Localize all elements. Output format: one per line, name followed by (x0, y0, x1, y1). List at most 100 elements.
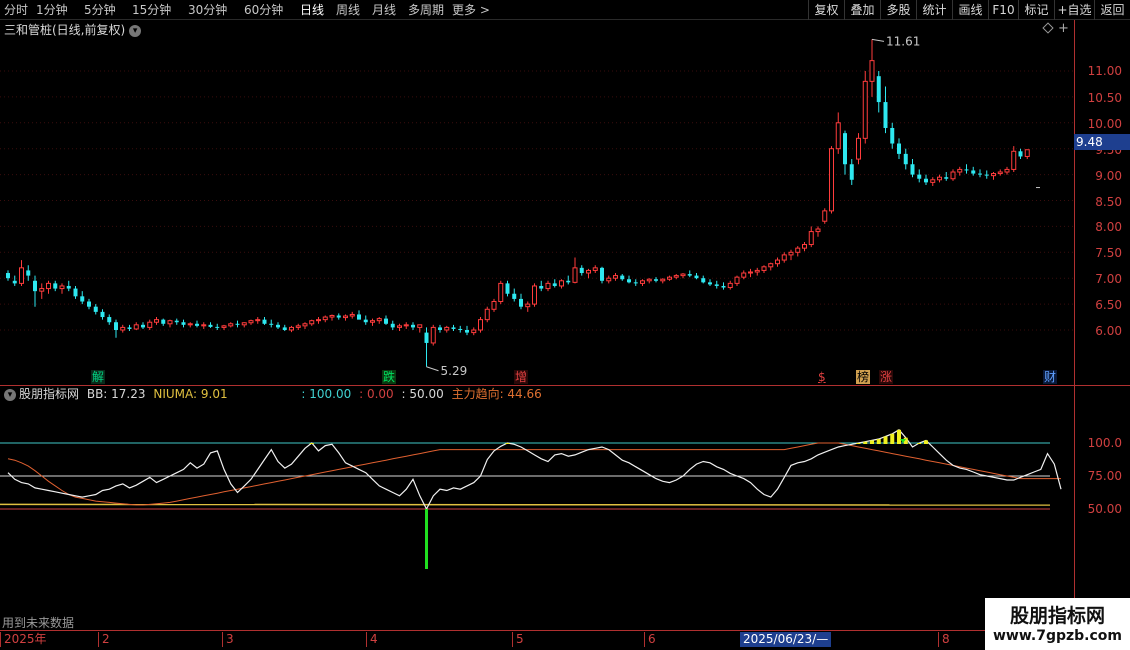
candle-body (329, 314, 335, 318)
candle-body (1024, 149, 1030, 157)
period-tab-timeshare[interactable]: 分时 (4, 2, 28, 18)
fuquan-button[interactable]: 复权 (808, 0, 844, 20)
candle-body (262, 319, 267, 324)
candle-body (545, 282, 551, 290)
candle-body (525, 303, 531, 308)
candle-body (39, 288, 45, 292)
candle-body (451, 327, 456, 329)
indicator-axis-border (1074, 386, 1075, 630)
draw-line-button[interactable]: 画线 (952, 0, 988, 20)
overbought-bar (863, 441, 868, 444)
event-marker-bang[interactable]: 榜 (855, 370, 871, 385)
event-marker-cai[interactable]: 财 (1042, 370, 1058, 385)
candle-body (26, 270, 31, 276)
event-marker-jie[interactable]: 解 (90, 370, 106, 385)
chevron-down-icon[interactable]: ▾ (4, 388, 16, 401)
multi-stock-button[interactable]: 多股 (880, 0, 916, 20)
candle-body (680, 273, 686, 277)
candle-body (761, 266, 767, 271)
price-axis-label: 10.00 (1087, 117, 1122, 131)
candle-body (734, 276, 740, 284)
annotation-pointer (871, 38, 885, 42)
candle-body (937, 176, 942, 181)
period-tab-15min[interactable]: 15分钟 (132, 2, 171, 18)
candle-body (971, 170, 976, 174)
indicator-axis-label: 100.0 (1087, 436, 1122, 450)
candle-body (438, 327, 442, 330)
candle-body (255, 319, 261, 322)
date-label: 3 (222, 632, 234, 647)
f10-button[interactable]: F10 (988, 0, 1018, 20)
candle-body (458, 328, 463, 330)
back-button[interactable]: 返回 (1094, 0, 1130, 20)
overlay-button[interactable]: 叠加 (844, 0, 880, 20)
indicator-chart[interactable] (0, 402, 1074, 630)
candle-body (627, 279, 631, 283)
event-label: 增 (514, 370, 529, 384)
period-tab-weekly[interactable]: 周线 (336, 2, 360, 18)
candle-body (289, 326, 294, 331)
period-tab-30min[interactable]: 30分钟 (188, 2, 227, 18)
period-tab-1min[interactable]: 1分钟 (36, 2, 68, 18)
niuma-line (0, 503, 1051, 506)
indicator-l100: : 100.00 (301, 387, 352, 401)
period-toolbar: 分时 1分钟 5分钟 15分钟 30分钟 60分钟 日线 周线 月线 多周期 更… (0, 0, 1130, 20)
period-tab-daily[interactable]: 日线 (300, 2, 324, 18)
candle-body (660, 278, 666, 282)
candle-body (397, 325, 402, 328)
period-tab-60min[interactable]: 60分钟 (244, 2, 283, 18)
mark-button[interactable]: 标记 (1018, 0, 1054, 20)
candle-body (964, 169, 969, 171)
period-tab-multi[interactable]: 多周期 (408, 2, 444, 18)
candle-body (19, 267, 24, 284)
candle-body (403, 324, 409, 327)
candle-body (694, 275, 699, 279)
indicator-axis-label: 50.00 (1087, 502, 1122, 516)
selected-date[interactable]: 2025/06/23/— (740, 632, 832, 647)
add-watchlist-button[interactable]: +自选 (1054, 0, 1094, 20)
period-tab-5min[interactable]: 5分钟 (84, 2, 116, 18)
date-label: 2025年 (0, 632, 47, 647)
period-tab-monthly[interactable]: 月线 (372, 2, 396, 18)
watermark-logo: 股朋指标网 www.7gpzb.com (985, 598, 1130, 650)
candle-body (532, 285, 537, 305)
price-axis-label: 11.00 (1087, 64, 1122, 78)
candle-body (775, 259, 780, 265)
candle-body (154, 319, 159, 323)
event-marker-zhang[interactable]: 涨 (878, 370, 894, 385)
candle-body (12, 280, 17, 284)
indicator-header[interactable]: ▾ 股朋指标网 BB: 17.23 NIUMA: 9.01 : 100.00 : … (4, 387, 542, 401)
candle-body (991, 173, 996, 177)
overbought-bar (309, 443, 314, 444)
candle-body (620, 275, 625, 280)
candle-body (512, 293, 517, 299)
candle-body (754, 269, 760, 273)
stats-button[interactable]: 统计 (916, 0, 952, 20)
event-marker-zeng[interactable]: 增 (513, 370, 529, 385)
event-marker-die[interactable]: 跌 (381, 370, 397, 385)
date-label: 6 (644, 632, 656, 647)
candlestick-chart[interactable]: 11.61 5.29 (0, 20, 1074, 385)
candle-body (491, 301, 497, 310)
candle-body (721, 285, 726, 288)
candle-body (640, 280, 645, 284)
candle-body (505, 283, 510, 294)
date-label: 8 (938, 632, 950, 647)
candle-body (53, 283, 58, 289)
future-data-note: 用到未来数据 (2, 616, 75, 630)
candle-body (181, 322, 186, 325)
date-label: 4 (366, 632, 378, 647)
candle-body (808, 231, 814, 246)
candle-body (673, 275, 679, 278)
candle-body (924, 178, 928, 183)
candle-body (161, 319, 166, 324)
candle-body (309, 320, 315, 325)
period-tab-more[interactable]: 更多 > (452, 2, 490, 18)
indicator-niuma: NIUMA: 9.01 (153, 387, 228, 401)
candle-body (127, 327, 132, 329)
overbought-bar (883, 436, 888, 444)
candle-body (646, 278, 652, 282)
event-marker-dollar[interactable]: $ (817, 370, 827, 385)
date-axis: 2025年 2 3 4 5 6 2025/06/23/— 8 (0, 630, 1074, 647)
candle-body (822, 210, 828, 222)
